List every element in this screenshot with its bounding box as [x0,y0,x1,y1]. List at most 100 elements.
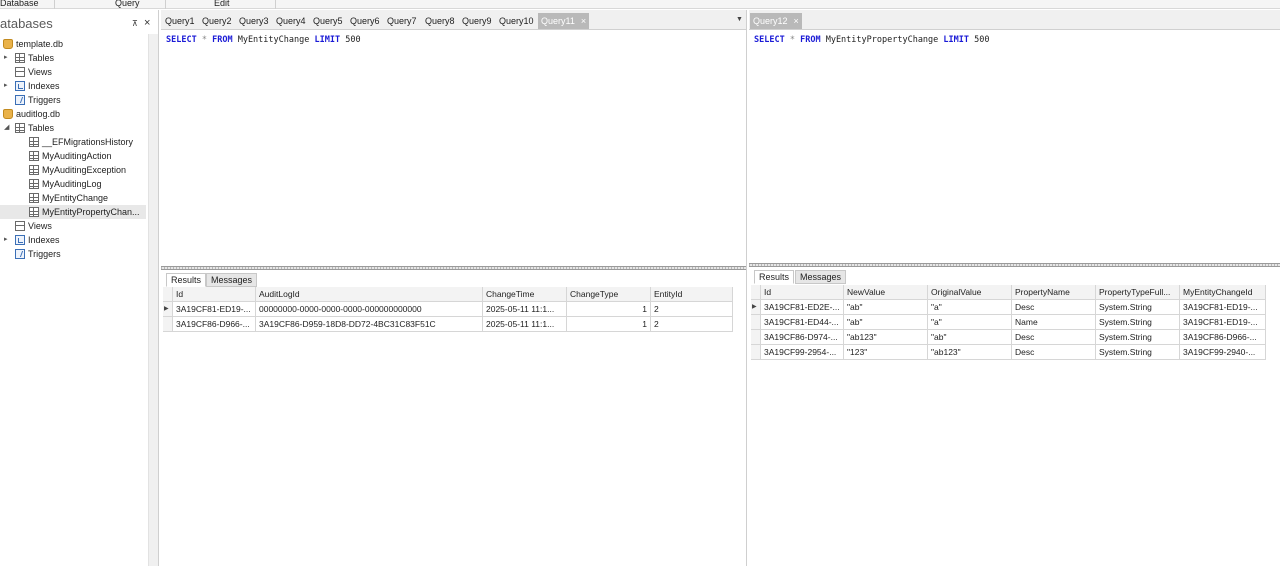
tab-query9[interactable]: Query9 [459,13,495,29]
tree-item[interactable]: template.db [0,37,146,51]
table-cell[interactable]: 00000000-0000-0000-0000-000000000000 [256,302,483,317]
table-cell[interactable]: "ab" [844,315,928,330]
tab-query2[interactable]: Query2 [199,13,235,29]
current-row-indicator-icon[interactable]: ▶ [751,300,761,315]
tab-messages[interactable]: Messages [206,273,258,287]
table-cell[interactable]: 3A19CF99-2954-... [761,345,844,360]
table-cell[interactable]: System.String [1096,345,1180,360]
tab-results[interactable]: Results [166,273,207,287]
table-cell[interactable]: 3A19CF86-D966-... [1180,330,1266,345]
menu-query[interactable]: Query [115,0,140,8]
table-cell[interactable]: 3A19CF81-ED19-... [173,302,256,317]
table-cell[interactable]: "ab" [844,300,928,315]
tree-item[interactable]: Triggers [0,247,146,261]
table-cell[interactable]: Desc [1012,330,1096,345]
table-cell[interactable]: 1 [567,302,651,317]
table-cell[interactable]: 3A19CF81-ED2E-... [761,300,844,315]
table-cell[interactable]: "a" [928,315,1012,330]
expander-arrow-icon[interactable]: ▸ [4,233,12,247]
table-cell[interactable]: 2 [651,302,733,317]
tab-query10[interactable]: Query10 [496,13,537,29]
close-icon[interactable]: × [794,16,799,26]
tab-query4[interactable]: Query4 [273,13,309,29]
table-cell[interactable]: 3A19CF99-2940-... [1180,345,1266,360]
column-header[interactable]: AuditLogId [256,287,483,302]
tree-item[interactable]: MyEntityPropertyChan... [0,205,146,219]
column-header[interactable]: MyEntityChangeId [1180,285,1266,300]
tree-item[interactable]: __EFMigrationsHistory [0,135,146,149]
menu-database[interactable]: Database [0,0,39,8]
table-cell[interactable]: 3A19CF86-D959-18D8-DD72-4BC31C83F51C [256,317,483,332]
tree-item[interactable]: MyAuditingException [0,163,146,177]
column-header[interactable]: PropertyTypeFull... [1096,285,1180,300]
table-cell[interactable]: 3A19CF86-D974-... [761,330,844,345]
tree-item[interactable]: auditlog.db [0,107,146,121]
table-cell[interactable]: 2025-05-11 11:1... [483,317,567,332]
menu-edit[interactable]: Edit [214,0,230,8]
row-header[interactable] [751,345,761,360]
table-row[interactable]: 3A19CF81-ED44-... "ab" "a" Name System.Strin… [751,315,1280,330]
table-cell[interactable]: Desc [1012,300,1096,315]
editor-vertical-scrollbar[interactable] [737,31,746,259]
tree-item[interactable]: ◢ Tables [0,121,146,135]
column-header[interactable]: ChangeTime [483,287,567,302]
table-cell[interactable]: System.String [1096,330,1180,345]
row-header[interactable] [751,315,761,330]
table-cell[interactable]: "ab123" [844,330,928,345]
table-cell[interactable]: "ab123" [928,345,1012,360]
table-cell[interactable]: System.String [1096,300,1180,315]
tab-query3[interactable]: Query3 [236,13,272,29]
tab-query8[interactable]: Query8 [422,13,458,29]
column-header[interactable]: Id [173,287,256,302]
tab-query11[interactable]: Query11 × [538,13,590,29]
table-cell[interactable]: Name [1012,315,1096,330]
table-row[interactable]: ▶ 3A19CF81-ED19-... 00000000-0000-0000-000… [163,302,746,317]
column-header[interactable]: ChangeType [567,287,651,302]
table-cell[interactable]: System.String [1096,315,1180,330]
table-row[interactable]: 3A19CF86-D966-... 3A19CF86-D959-18D8-DD72… [163,317,746,332]
tree-item[interactable]: ▸ Indexes [0,79,146,93]
tab-results[interactable]: Results [754,270,795,284]
tab-query7[interactable]: Query7 [384,13,420,29]
close-icon[interactable]: × [144,17,150,29]
table-cell[interactable]: "123" [844,345,928,360]
row-header[interactable] [751,330,761,345]
tab-query1[interactable]: Query1 [162,13,198,29]
column-header[interactable]: PropertyName [1012,285,1096,300]
table-cell[interactable]: 2 [651,317,733,332]
table-cell[interactable]: "a" [928,300,1012,315]
chevron-down-icon[interactable]: ▼ [736,16,743,23]
table-row[interactable]: 3A19CF86-D974-... "ab123" "ab" Desc System.S… [751,330,1280,345]
pane-splitter[interactable] [749,263,1280,267]
close-icon[interactable]: × [581,16,586,26]
tree-item[interactable]: Views [0,65,146,79]
pane-splitter[interactable] [161,266,746,270]
tree-item[interactable]: MyEntityChange [0,191,146,205]
table-cell[interactable]: 3A19CF81-ED44-... [761,315,844,330]
pin-icon[interactable]: ⊼ [132,19,138,28]
expander-arrow-icon[interactable]: ▸ [4,51,12,65]
table-cell[interactable]: 3A19CF81-ED19-... [1180,315,1266,330]
tree-item[interactable]: MyAuditingAction [0,149,146,163]
sql-editor[interactable]: SELECT * FROM MyEntityChange LIMIT 500 [161,31,746,267]
current-row-indicator-icon[interactable]: ▶ [163,302,173,317]
table-cell[interactable]: Desc [1012,345,1096,360]
sidebar-scrollbar[interactable] [148,34,158,566]
expander-arrow-icon[interactable]: ◢ [4,121,12,135]
tree-item[interactable]: Triggers [0,93,146,107]
column-header[interactable]: NewValue [844,285,928,300]
table-row[interactable]: 3A19CF99-2954-... "123" "ab123" Desc System.… [751,345,1280,360]
tree-item[interactable]: MyAuditingLog [0,177,146,191]
sql-editor[interactable]: SELECT * FROM MyEntityPropertyChange LIM… [749,31,1280,267]
column-header[interactable]: Id [761,285,844,300]
column-header[interactable]: OriginalValue [928,285,1012,300]
expander-arrow-icon[interactable]: ▸ [4,79,12,93]
table-cell[interactable]: 3A19CF81-ED19-... [1180,300,1266,315]
tab-query6[interactable]: Query6 [347,13,383,29]
tab-messages[interactable]: Messages [795,270,847,284]
table-cell[interactable]: 2025-05-11 11:1... [483,302,567,317]
row-header[interactable] [163,317,173,332]
tab-query12[interactable]: Query12 × [750,13,802,29]
table-cell[interactable]: "ab" [928,330,1012,345]
table-cell[interactable]: 3A19CF86-D966-... [173,317,256,332]
